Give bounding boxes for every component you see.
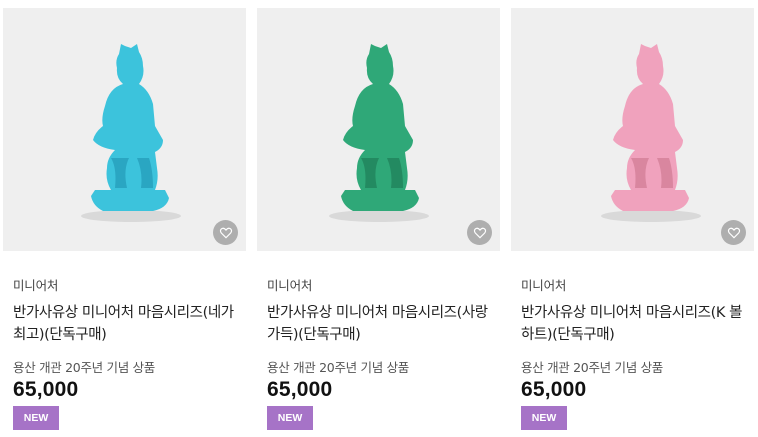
new-badge: NEW xyxy=(267,406,313,430)
product-price: 65,000 xyxy=(13,378,79,401)
product-image[interactable] xyxy=(257,8,500,251)
product-name[interactable]: 반가사유상 미니어처 마음시리즈(네가 최고)(단독구매) xyxy=(13,302,241,346)
heart-outline-icon xyxy=(473,227,486,238)
product-card[interactable]: 미니어처 반가사유상 미니어처 마음시리즈(사랑가득)(단독구매) 용산 개관 … xyxy=(257,8,500,437)
new-badge: NEW xyxy=(13,406,59,430)
product-category: 미니어처 xyxy=(13,278,59,293)
statue-image xyxy=(601,44,701,222)
heart-outline-icon xyxy=(219,227,232,238)
wishlist-button[interactable] xyxy=(213,220,238,245)
product-category: 미니어처 xyxy=(267,278,313,293)
product-image[interactable] xyxy=(3,8,246,251)
product-grid: 미니어처 반가사유상 미니어처 마음시리즈(네가 최고)(단독구매) 용산 개관… xyxy=(0,0,758,437)
statue-image xyxy=(329,44,429,222)
product-card[interactable]: 미니어처 반가사유상 미니어처 마음시리즈(K 볼하트)(단독구매) 용산 개관… xyxy=(511,8,754,437)
new-badge: NEW xyxy=(521,406,567,430)
product-description: 용산 개관 20주년 기념 상품 xyxy=(267,360,409,375)
product-card[interactable]: 미니어처 반가사유상 미니어처 마음시리즈(네가 최고)(단독구매) 용산 개관… xyxy=(3,8,246,437)
product-price: 65,000 xyxy=(521,378,587,401)
wishlist-button[interactable] xyxy=(467,220,492,245)
wishlist-button[interactable] xyxy=(721,220,746,245)
product-price: 65,000 xyxy=(267,378,333,401)
product-image[interactable] xyxy=(511,8,754,251)
heart-outline-icon xyxy=(727,227,740,238)
product-category: 미니어처 xyxy=(521,278,567,293)
product-description: 용산 개관 20주년 기념 상품 xyxy=(13,360,155,375)
product-name[interactable]: 반가사유상 미니어처 마음시리즈(사랑가득)(단독구매) xyxy=(267,302,495,346)
product-name[interactable]: 반가사유상 미니어처 마음시리즈(K 볼하트)(단독구매) xyxy=(521,302,749,346)
statue-image xyxy=(81,44,181,222)
product-description: 용산 개관 20주년 기념 상품 xyxy=(521,360,663,375)
